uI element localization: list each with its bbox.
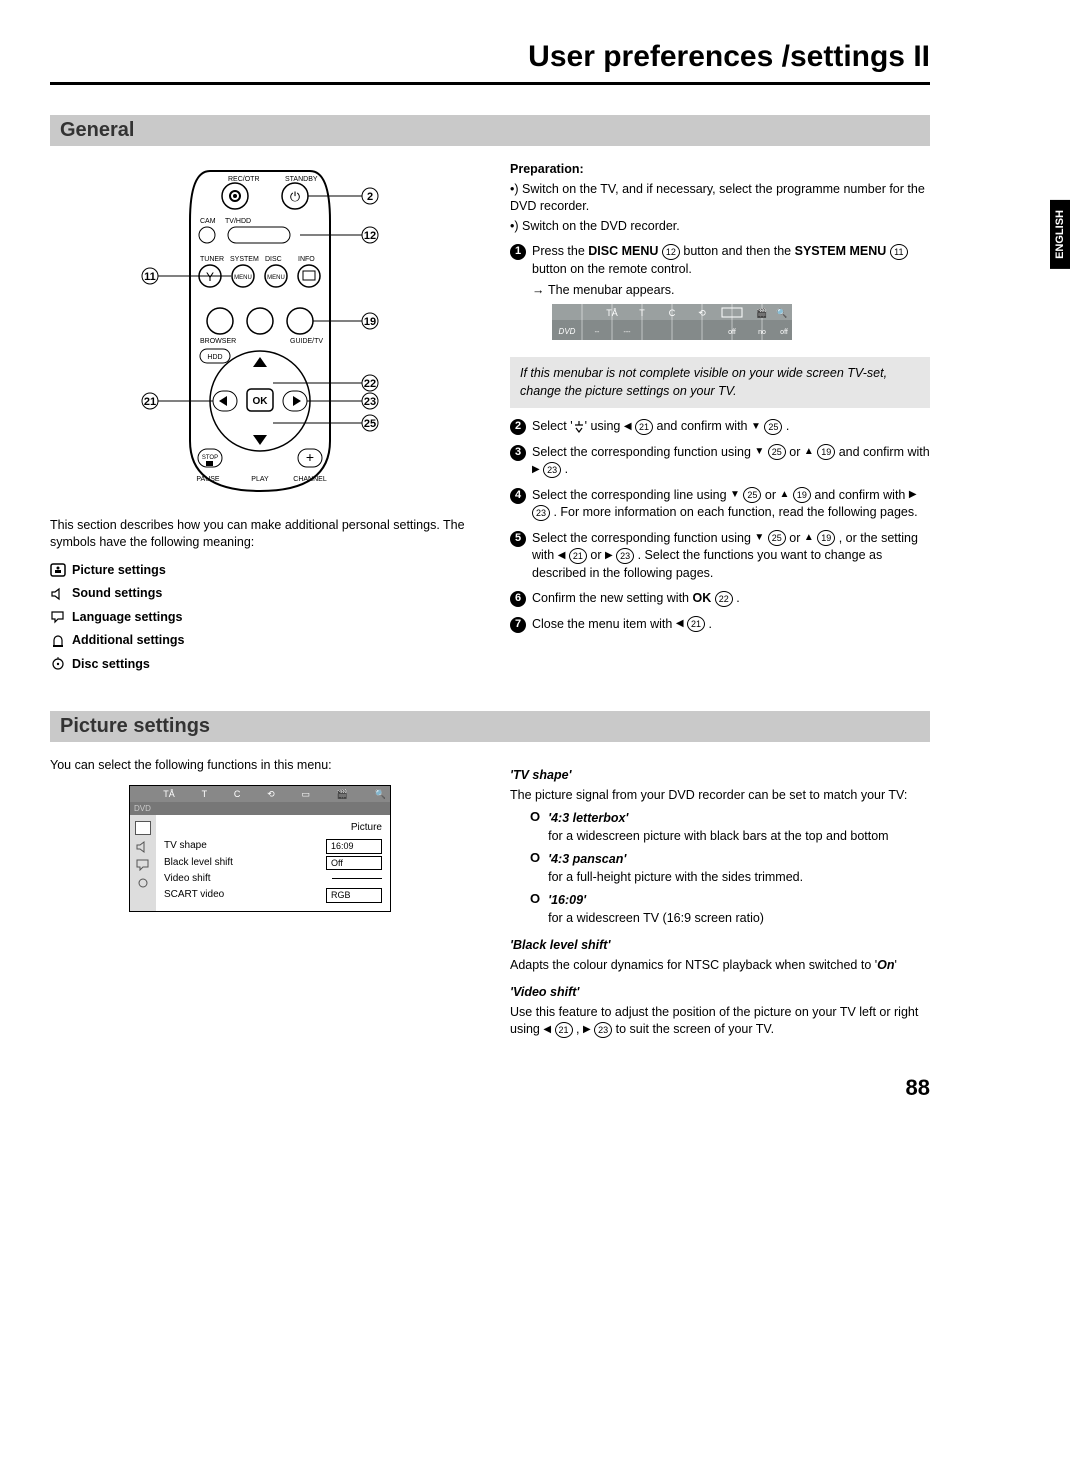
note-box: If this menubar is not complete visible … [510,357,930,408]
svg-text:STANDBY: STANDBY [285,176,318,183]
svg-text:DVD: DVD [559,327,576,336]
svg-text:22: 22 [364,378,376,390]
tvshape-desc: The picture signal from your DVD recorde… [510,787,930,805]
svg-text:GUIDE/TV: GUIDE/TV [290,338,323,345]
svg-text:PAUSE: PAUSE [196,476,220,483]
svg-text:12: 12 [364,230,376,242]
settings-symbol-list: Picture settings Sound settings Language… [50,562,470,674]
svg-text:SYSTEM: SYSTEM [230,256,259,263]
svg-text:T: T [639,308,645,318]
svg-text:🎬: 🎬 [756,307,767,318]
sound-icon [50,587,66,601]
svg-text:2: 2 [367,191,373,203]
prep-line-1: •) Switch on the TV, and if necessary, s… [510,181,930,216]
svg-text:off: off [728,329,736,336]
svg-text:TUNER: TUNER [200,256,224,263]
step-7: 7 Close the menu item with ◀ 21 . [510,616,930,634]
videoshift-desc: Use this feature to adjust the position … [510,1004,930,1039]
svg-text:off: off [780,329,788,336]
additional-icon [50,634,66,648]
svg-text:⏻: ⏻ [290,189,300,204]
option-1609: O '16:09'for a widescreen TV (16:9 scree… [530,892,930,927]
svg-text:21: 21 [144,396,156,408]
svg-text:CAM: CAM [200,218,216,225]
step-5: 5 Select the corresponding function usin… [510,530,930,583]
svg-text:STOP: STOP [202,455,218,461]
picture-intro: You can select the following functions i… [50,757,470,775]
svg-text:TÅ: TÅ [606,308,618,318]
picture-settings-item: Picture settings [50,562,470,580]
svg-text:MENU: MENU [267,275,285,281]
svg-text:MENU: MENU [234,275,252,281]
section-picture: Picture settings [50,711,930,742]
language-icon [50,610,66,624]
intro-text: This section describes how you can make … [50,517,470,552]
videoshift-heading: 'Video shift' [510,984,930,1002]
page-number: 88 [50,1075,930,1101]
svg-text:TV/HDD: TV/HDD [225,218,251,225]
remote-diagram: REC/OTR STANDBY ⏻ CAM TV/HDD TUNER SYSTE… [50,161,470,507]
tvshape-heading: 'TV shape' [510,767,930,785]
prep-line-2: •) Switch on the DVD recorder. [510,218,930,236]
section-general: General [50,115,930,146]
step-3: 3 Select the corresponding function usin… [510,444,930,479]
svg-text:Y: Y [206,270,214,284]
svg-text:+: + [306,449,314,465]
step-1: 1 Press the DISC MENU 12 button and then… [510,243,930,349]
blacklevel-heading: 'Black level shift' [510,937,930,955]
svg-text:25: 25 [364,418,376,430]
picture-icon [50,563,66,577]
svg-text:⟲: ⟲ [698,308,706,318]
svg-text:--: -- [595,329,600,336]
language-settings-item: Language settings [50,609,470,627]
svg-text:🔍: 🔍 [776,307,787,318]
disc-icon [50,657,66,671]
svg-text:PLAY: PLAY [251,476,269,483]
step-6: 6 Confirm the new setting with OK 22 . [510,590,930,608]
sound-settings-item: Sound settings [50,585,470,603]
step-2: 2 Select '' using ◀ 21 and confirm with … [510,418,930,436]
option-letterbox: O '4:3 letterbox'for a widescreen pictur… [530,810,930,845]
osd-screenshot: TÅTC⟲▭🎬🔍 DVD Picture TV shape16:09 Black… [129,785,391,913]
svg-text:19: 19 [364,316,376,328]
menubar-graphic: DVD TÅ T C ⟲ 🎬 🔍 -- --- off no off [552,304,792,340]
blacklevel-desc: Adapts the colour dynamics for NTSC play… [510,957,930,975]
svg-text:INFO: INFO [298,256,315,263]
step-4: 4 Select the corresponding line using ▼ … [510,487,930,522]
svg-text:no: no [758,329,766,336]
preparation-title: Preparation: [510,161,930,179]
svg-text:BROWSER: BROWSER [200,338,236,345]
svg-text:23: 23 [364,396,376,408]
additional-settings-item: Additional settings [50,632,470,650]
disc-settings-item: Disc settings [50,656,470,674]
svg-text:DISC: DISC [265,256,282,263]
svg-text:---: --- [624,329,632,336]
svg-text:C: C [669,308,676,318]
svg-text:CHANNEL: CHANNEL [293,476,327,483]
svg-text:OK: OK [253,396,269,407]
option-panscan: O '4:3 panscan'for a full-height picture… [530,851,930,886]
svg-text:REC/OTR: REC/OTR [228,176,260,183]
page-title: User preferences /settings II [50,40,930,85]
svg-text:11: 11 [144,271,156,283]
language-tab: ENGLISH [1050,200,1070,269]
svg-text:HDD: HDD [207,354,222,361]
